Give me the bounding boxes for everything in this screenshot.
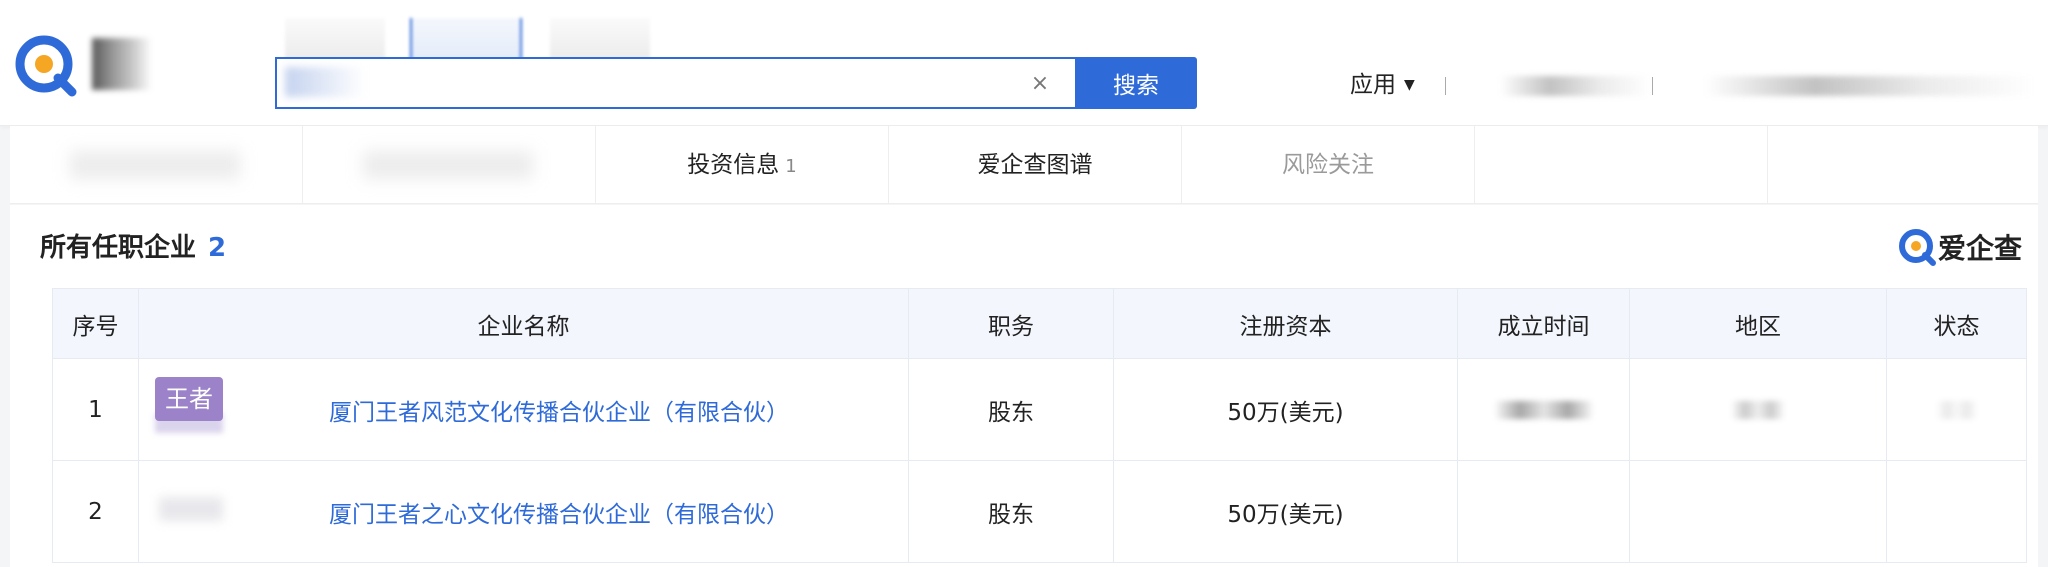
nav-divider xyxy=(1652,77,1653,95)
row-status-blurred xyxy=(1886,460,2027,563)
blurred-value xyxy=(1936,401,1977,419)
row-region-blurred xyxy=(1629,460,1887,563)
tab-risk-label: 风险关注 xyxy=(1282,152,1374,178)
brand-name: 爱企查 xyxy=(1938,232,2023,265)
tab-blurred[interactable] xyxy=(10,126,303,204)
section-title: 所有任职企业 2 xyxy=(40,230,226,266)
blurred-value xyxy=(1732,401,1784,419)
tab-blurred[interactable] xyxy=(303,126,596,204)
top-tab-blurred[interactable] xyxy=(550,18,650,60)
row-role: 股东 xyxy=(908,358,1114,461)
col-company-name: 企业名称 xyxy=(138,288,909,359)
blurred-value xyxy=(1495,401,1592,419)
col-founded: 成立时间 xyxy=(1457,288,1630,359)
company-name-link[interactable]: 厦门王者之心文化传播合伙企业（有限合伙） xyxy=(329,495,789,529)
section-title-text: 所有任职企业 xyxy=(40,233,197,263)
top-tab-blurred[interactable] xyxy=(285,18,385,60)
nav-user-blurred[interactable] xyxy=(1705,76,2035,96)
search-box xyxy=(275,57,1075,109)
tab-graph[interactable]: 爱企查图谱 xyxy=(889,126,1182,204)
col-region: 地区 xyxy=(1629,288,1887,359)
top-header: × 搜索 应用 ▼ xyxy=(0,0,2048,126)
row-founded-blurred xyxy=(1457,460,1630,563)
tab-blurred[interactable] xyxy=(1475,126,1768,204)
tab-label-blurred xyxy=(70,151,240,179)
company-table: 序号 企业名称 职务 注册资本 成立时间 地区 状态 1 王者 厦门王者风范文化… xyxy=(52,288,2027,563)
apps-menu-label: 应用 xyxy=(1350,72,1396,98)
apps-menu[interactable]: 应用 ▼ xyxy=(1350,68,1415,102)
tab-label-blurred xyxy=(363,151,533,179)
caret-down-icon: ▼ xyxy=(1404,77,1415,93)
company-name-link[interactable]: 厦门王者风范文化传播合伙企业（有限合伙） xyxy=(329,393,789,427)
table-row: 1 王者 厦门王者风范文化传播合伙企业（有限合伙） 股东 50万(美元) xyxy=(52,358,2027,461)
row-region-blurred xyxy=(1629,358,1887,461)
tab-graph-label: 爱企查图谱 xyxy=(977,152,1093,178)
row-company: 厦门王者之心文化传播合伙企业（有限合伙） xyxy=(138,460,909,563)
profile-tab-strip: 投资信息 1 爱企查图谱 风险关注 xyxy=(10,126,2038,204)
table-header-row: 序号 企业名称 职务 注册资本 成立时间 地区 状态 xyxy=(52,288,2027,359)
row-index: 2 xyxy=(52,460,139,563)
logo-text-blurred xyxy=(92,38,152,90)
row-status-blurred xyxy=(1886,358,2027,461)
row-company: 王者 厦门王者风范文化传播合伙企业（有限合伙） xyxy=(138,358,909,461)
col-index: 序号 xyxy=(52,288,139,359)
close-icon[interactable]: × xyxy=(1025,71,1055,97)
row-capital: 50万(美元) xyxy=(1113,460,1458,563)
row-capital: 50万(美元) xyxy=(1113,358,1458,461)
company-logo-blurred[interactable] xyxy=(159,497,223,521)
col-capital: 注册资本 xyxy=(1113,288,1458,359)
tab-investment-count: 1 xyxy=(785,156,797,177)
top-tab-blurred-active[interactable] xyxy=(410,18,522,60)
col-role: 职务 xyxy=(908,288,1114,359)
table-row: 2 厦门王者之心文化传播合伙企业（有限合伙） 股东 50万(美元) xyxy=(52,460,2027,563)
section-count: 2 xyxy=(208,233,227,263)
row-index: 1 xyxy=(52,358,139,461)
nav-link-blurred[interactable] xyxy=(1500,76,1650,96)
row-role: 股东 xyxy=(908,460,1114,563)
row-founded-blurred xyxy=(1457,358,1630,461)
col-status: 状态 xyxy=(1886,288,2027,359)
search-input[interactable] xyxy=(277,59,1017,107)
tab-investment-label: 投资信息 xyxy=(687,152,780,178)
nav-divider xyxy=(1445,77,1446,95)
company-logo[interactable]: 王者 xyxy=(155,377,223,421)
aiqicha-brand-icon xyxy=(1899,229,1936,266)
search-button[interactable]: 搜索 xyxy=(1075,57,1197,109)
tab-risk[interactable]: 风险关注 xyxy=(1182,126,1475,204)
tab-investment[interactable]: 投资信息 1 xyxy=(596,126,889,204)
tab-blurred[interactable] xyxy=(1768,126,2048,204)
